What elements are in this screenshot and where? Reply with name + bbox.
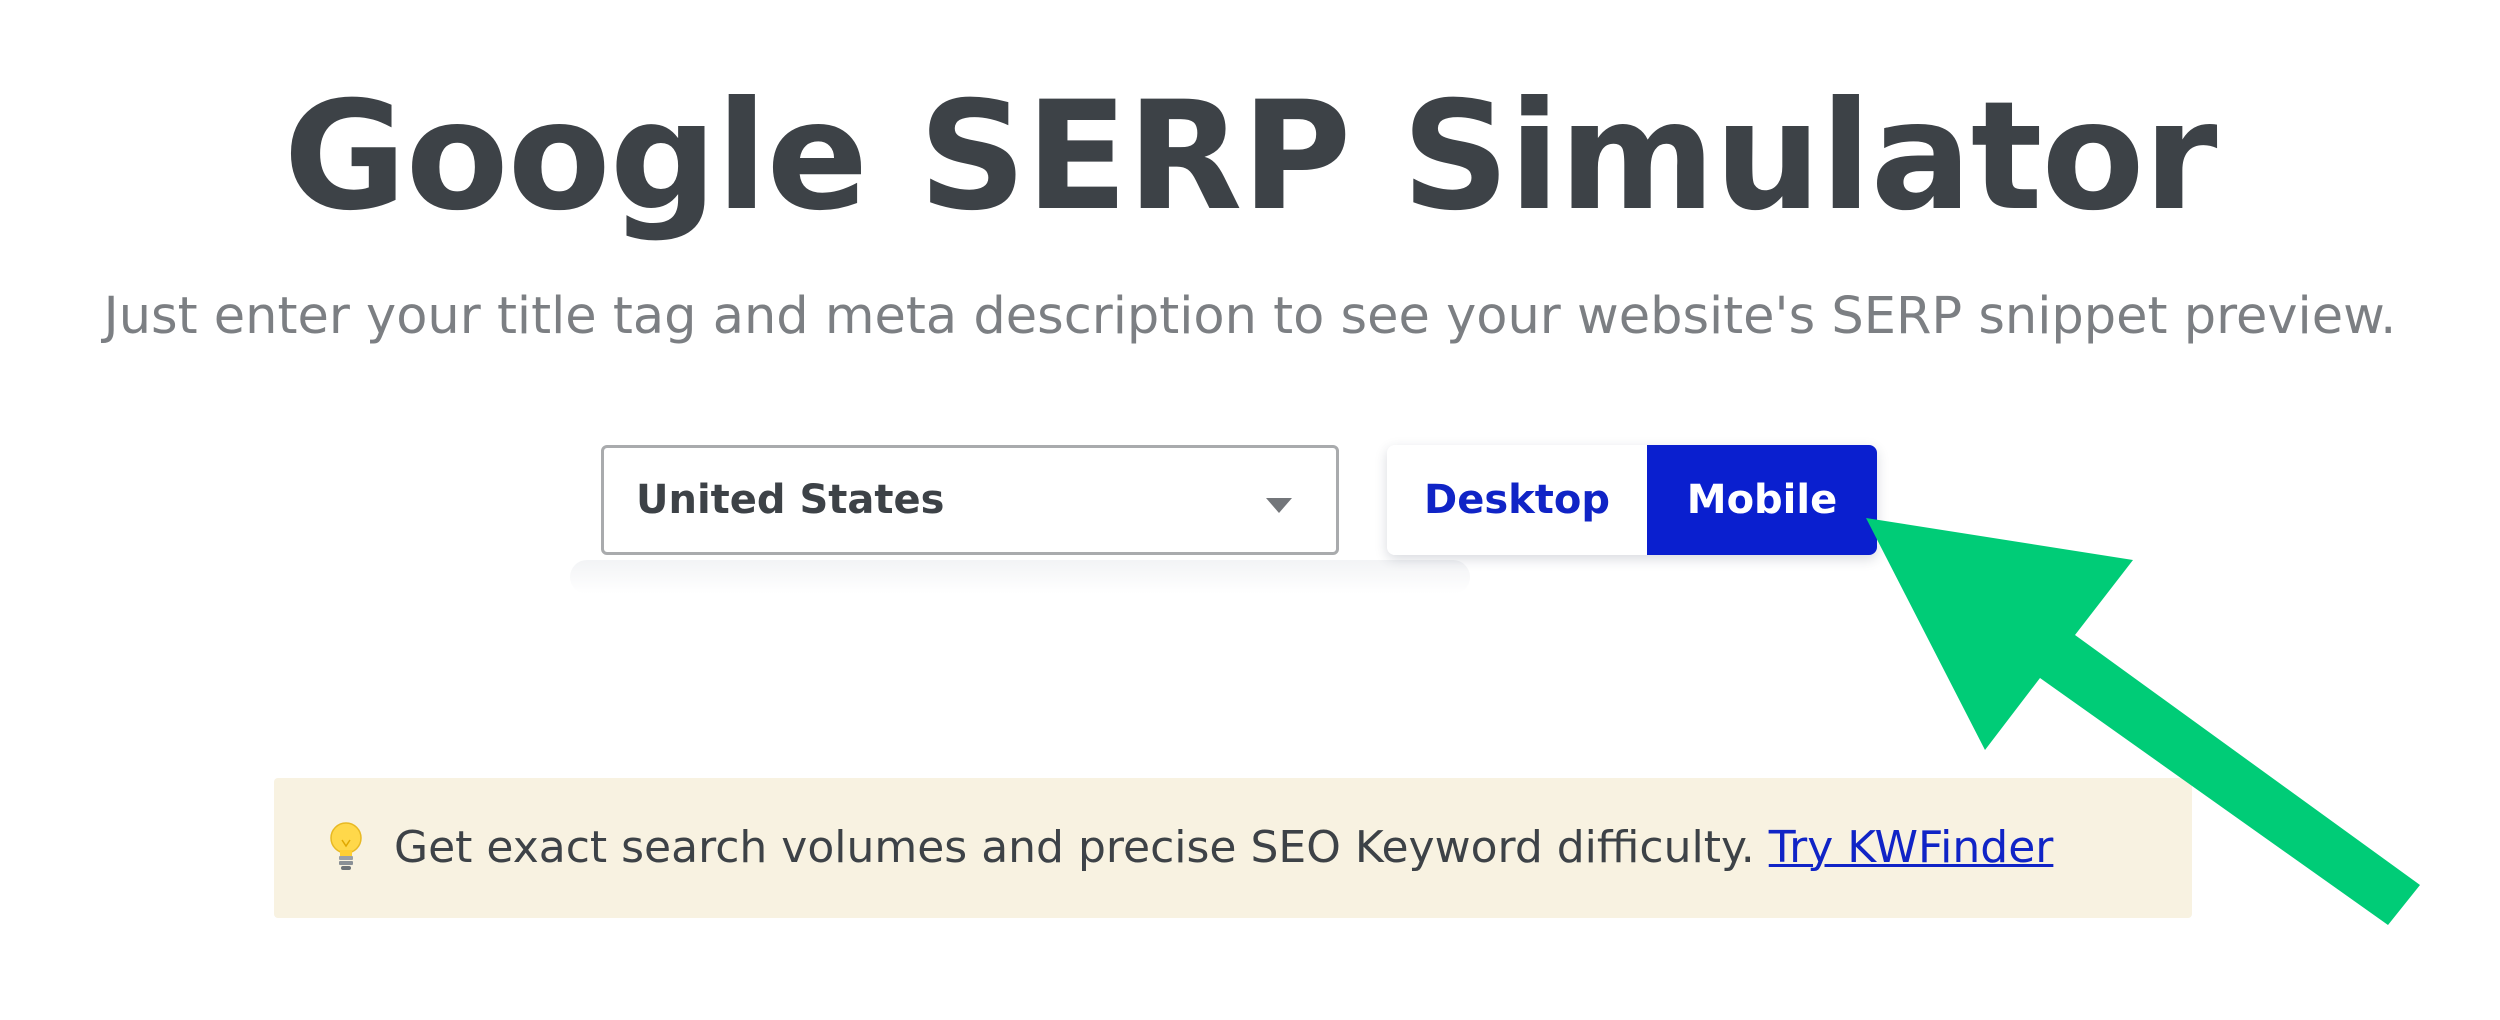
lightbulb-icon <box>330 822 362 870</box>
try-kwfinder-link[interactable]: Try KWFinder <box>1769 822 2054 873</box>
mobile-toggle-button[interactable]: Mobile <box>1647 445 1877 555</box>
banner-text: Get exact search volumes and precise SEO… <box>394 822 1755 873</box>
page-subtitle: Just enter your title tag and meta descr… <box>103 287 2397 346</box>
desktop-toggle-button[interactable]: Desktop <box>1387 445 1647 555</box>
device-toggle: Desktop Mobile <box>1387 445 1877 555</box>
chevron-down-icon <box>1266 498 1292 513</box>
banner-text-line: Get exact search volumes and precise SEO… <box>394 818 2053 878</box>
country-select-value: United States <box>636 477 945 523</box>
page-title: Google SERP Simulator <box>283 70 2217 244</box>
country-select[interactable]: United States <box>601 445 1339 555</box>
select-shadow <box>570 560 1470 594</box>
promo-banner: Get exact search volumes and precise SEO… <box>274 778 2192 918</box>
